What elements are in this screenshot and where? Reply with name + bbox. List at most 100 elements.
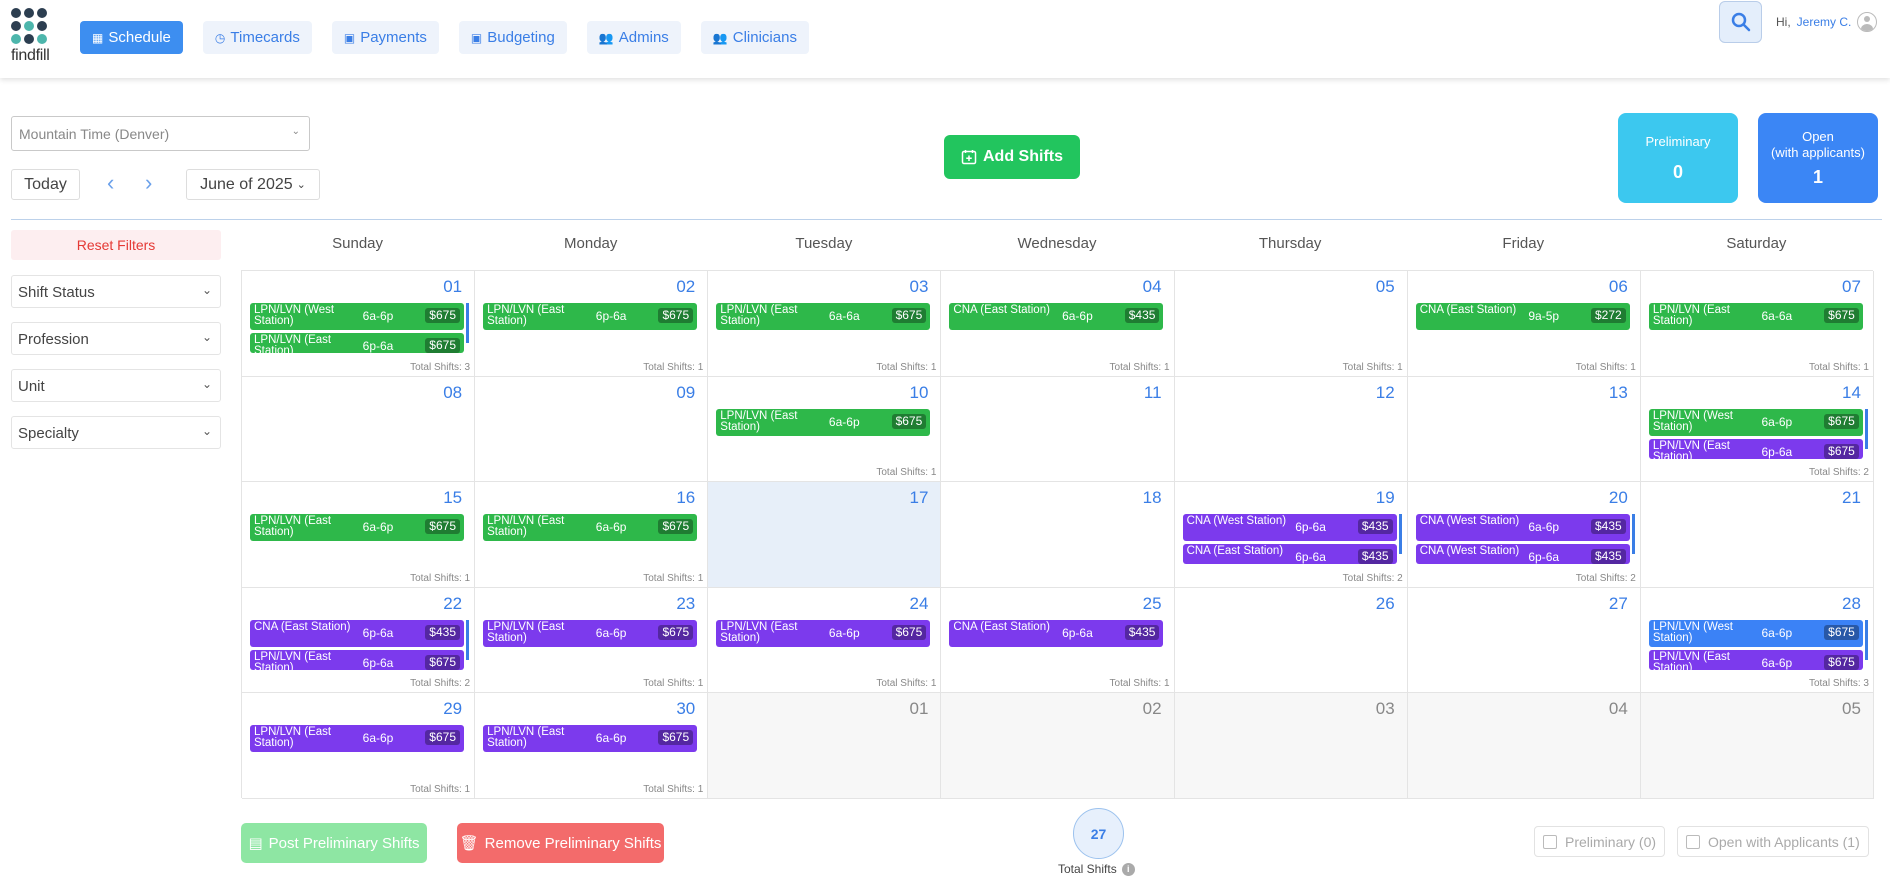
day-number[interactable]: 10 [909, 383, 928, 403]
user-name[interactable]: Jeremy C. [1797, 15, 1852, 29]
day-number[interactable]: 03 [1376, 699, 1395, 719]
today-button[interactable]: Today [11, 169, 80, 200]
add-shifts-button[interactable]: Add Shifts [944, 135, 1080, 179]
day-number[interactable]: 08 [443, 383, 462, 403]
preliminary-checkbox[interactable]: Preliminary (0) [1534, 826, 1666, 857]
calendar-day-cell[interactable]: 26 [1174, 587, 1408, 694]
reset-filters-button[interactable]: Reset Filters [11, 230, 221, 260]
user-menu[interactable]: Hi, Jeremy C. [1776, 12, 1878, 32]
shift-pill[interactable]: LPN/LVN (East Station) 6a-6p $675 [250, 725, 464, 753]
filter-specialty[interactable]: Specialty ⌄ [11, 416, 221, 449]
shift-pill[interactable]: LPN/LVN (West Station) 6a-6p $675 [1648, 408, 1863, 436]
open-with-applicants-card[interactable]: Open (with applicants) 1 [1758, 113, 1878, 203]
calendar-day-cell[interactable]: 01 LPN/LVN (West Station) 6a-6p $675 LPN/LVN… [242, 271, 476, 377]
day-number[interactable]: 22 [443, 594, 462, 614]
day-number[interactable]: 05 [1376, 277, 1395, 297]
calendar-day-cell[interactable]: 09 [475, 376, 709, 483]
day-number[interactable]: 13 [1609, 383, 1628, 403]
shift-pill[interactable]: LPN/LVN (East Station) 6a-6p $675 [1648, 649, 1863, 670]
calendar-day-cell[interactable]: 25 CNA (East Station) 6p-6a $435 Total Shift… [941, 587, 1175, 694]
filter-shift-status[interactable]: Shift Status ⌄ [11, 275, 221, 308]
day-number[interactable]: 26 [1376, 594, 1395, 614]
day-number[interactable]: 27 [1609, 594, 1628, 614]
shift-pill[interactable]: LPN/LVN (East Station) 6p-6a $675 [250, 649, 464, 670]
calendar-day-cell[interactable]: 27 [1407, 587, 1641, 694]
cell-scrollbar[interactable] [1864, 619, 1868, 660]
shift-pill[interactable]: LPN/LVN (East Station) 6p-6a $675 [483, 303, 698, 330]
nav-schedule-button[interactable]: ▦ Schedule [80, 21, 183, 54]
day-number[interactable]: 04 [1609, 699, 1628, 719]
shift-pill[interactable]: CNA (East Station) 6p-6a $435 [949, 619, 1164, 647]
calendar-day-cell[interactable]: 30 LPN/LVN (East Station) 6a-6p $675 Total S… [475, 693, 709, 799]
day-number[interactable]: 05 [1842, 699, 1861, 719]
day-number[interactable]: 25 [1143, 594, 1162, 614]
nav-clinicians-button[interactable]: 👥 Clinicians [700, 21, 809, 54]
day-number[interactable]: 15 [443, 488, 462, 508]
day-number[interactable]: 06 [1609, 277, 1628, 297]
calendar-day-cell[interactable]: 16 LPN/LVN (East Station) 6a-6p $675 Total S… [475, 482, 709, 588]
nav-budgeting-button[interactable]: ▣ Budgeting [458, 21, 567, 54]
calendar-day-cell[interactable]: 10 LPN/LVN (East Station) 6a-6p $675 Total S… [708, 376, 942, 483]
cell-scrollbar[interactable] [1398, 514, 1402, 555]
shift-pill[interactable]: LPN/LVN (East Station) 6p-6a $675 [250, 333, 464, 353]
calendar-day-cell[interactable]: 14 LPN/LVN (West Station) 6a-6p $675 LPN/LVN… [1640, 376, 1874, 483]
shift-pill[interactable]: CNA (East Station) 9a-5p $272 [1415, 303, 1630, 330]
calendar-day-cell[interactable]: 06 CNA (East Station) 9a-5p $272 Total Shift… [1407, 271, 1641, 377]
day-number[interactable]: 17 [909, 488, 928, 508]
search-button[interactable] [1719, 1, 1762, 43]
info-icon[interactable]: i [1121, 862, 1135, 876]
avatar-icon[interactable] [1857, 12, 1878, 32]
nav-timecards-button[interactable]: ◷ Timecards [202, 21, 312, 54]
calendar-day-cell[interactable]: 18 [941, 482, 1175, 588]
day-number[interactable]: 14 [1842, 383, 1861, 403]
shift-pill[interactable]: LPN/LVN (East Station) 6a-6a $675 [1648, 303, 1863, 330]
calendar-day-cell[interactable]: 21 [1640, 482, 1874, 588]
shift-pill[interactable]: CNA (East Station) 6p-6a $435 [250, 619, 464, 647]
calendar-day-cell[interactable]: 23 LPN/LVN (East Station) 6a-6p $675 Total S… [475, 587, 709, 694]
day-number[interactable]: 12 [1376, 383, 1395, 403]
day-number[interactable]: 30 [676, 699, 695, 719]
shift-pill[interactable]: LPN/LVN (East Station) 6a-6p $675 [716, 619, 931, 647]
cell-scrollbar[interactable] [466, 303, 470, 343]
timezone-select[interactable]: Mountain Time (Denver) ⌄ [11, 116, 310, 151]
day-number[interactable]: 24 [909, 594, 928, 614]
shift-pill[interactable]: LPN/LVN (East Station) 6p-6a $675 [1648, 438, 1863, 459]
calendar-day-cell[interactable]: 03 [1174, 693, 1408, 799]
cell-scrollbar[interactable] [1864, 408, 1868, 449]
shift-pill[interactable]: LPN/LVN (East Station) 6a-6p $675 [250, 514, 464, 542]
shift-pill[interactable]: LPN/LVN (West Station) 6a-6p $675 [250, 303, 464, 330]
findfill-logo[interactable]: findfill [11, 8, 55, 68]
calendar-day-cell[interactable]: 15 LPN/LVN (East Station) 6a-6p $675 Total S… [242, 482, 476, 588]
calendar-day-cell[interactable]: 13 [1407, 376, 1641, 483]
month-select[interactable]: June of 2025 ⌄ [186, 169, 320, 200]
nav-admins-button[interactable]: 👥 Admins [586, 21, 681, 54]
calendar-day-cell[interactable]: 19 CNA (West Station) 6p-6a $435 CNA (East S… [1174, 482, 1408, 588]
calendar-day-cell[interactable]: 04 CNA (East Station) 6a-6p $435 Total Shift… [941, 271, 1175, 377]
cell-scrollbar[interactable] [1631, 514, 1635, 555]
day-number[interactable]: 02 [676, 277, 695, 297]
shift-pill[interactable]: LPN/LVN (East Station) 6a-6p $675 [483, 619, 698, 647]
post-preliminary-shifts-button[interactable]: ▤ Post Preliminary Shifts [241, 823, 427, 863]
day-number[interactable]: 09 [676, 383, 695, 403]
shift-pill[interactable]: CNA (East Station) 6a-6p $435 [949, 303, 1164, 330]
day-number[interactable]: 07 [1842, 277, 1861, 297]
calendar-day-cell[interactable]: 29 LPN/LVN (East Station) 6a-6p $675 Total S… [242, 693, 476, 799]
day-number[interactable]: 11 [1144, 383, 1162, 403]
calendar-day-cell[interactable]: 28 LPN/LVN (West Station) 6a-6p $675 LPN/LVN… [1640, 587, 1874, 694]
day-number[interactable]: 02 [1143, 699, 1162, 719]
day-number[interactable]: 29 [443, 699, 462, 719]
preliminary-card[interactable]: Preliminary 0 [1618, 113, 1738, 203]
calendar-day-cell[interactable]: 11 [941, 376, 1175, 483]
calendar-day-cell[interactable]: 04 [1407, 693, 1641, 799]
prev-month-icon[interactable]: ‹ [107, 170, 114, 196]
calendar-day-cell[interactable]: 07 LPN/LVN (East Station) 6a-6a $675 Total S… [1640, 271, 1874, 377]
calendar-day-cell[interactable]: 05 [1640, 693, 1874, 799]
filter-profession[interactable]: Profession ⌄ [11, 322, 221, 355]
calendar-day-cell[interactable]: 17 [708, 482, 942, 588]
day-number[interactable]: 19 [1376, 488, 1395, 508]
open-with-applicants-checkbox[interactable]: Open with Applicants (1) [1677, 826, 1869, 857]
shift-pill[interactable]: LPN/LVN (East Station) 6a-6a $675 [716, 303, 931, 330]
cell-scrollbar[interactable] [466, 619, 470, 660]
shift-pill[interactable]: LPN/LVN (East Station) 6a-6p $675 [483, 725, 698, 753]
day-number[interactable]: 18 [1143, 488, 1162, 508]
